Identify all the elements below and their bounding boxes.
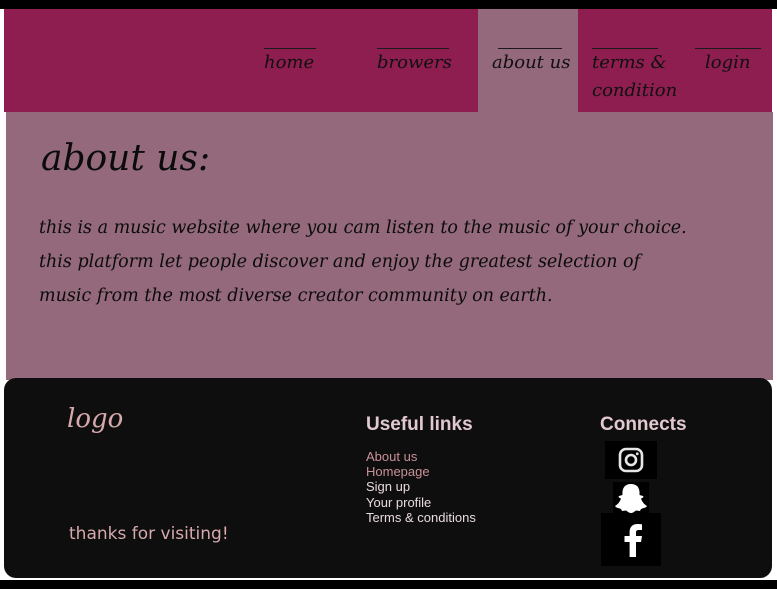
facebook-icon xyxy=(624,524,642,557)
footer-logo[interactable]: logo xyxy=(67,404,123,434)
link-about-us[interactable]: About us xyxy=(366,449,476,464)
link-homepage[interactable]: Homepage xyxy=(366,464,476,479)
nav-terms[interactable]: terms & condition xyxy=(592,9,678,112)
link-terms[interactable]: Terms & conditions xyxy=(366,510,476,525)
nav-login[interactable]: login xyxy=(695,9,761,112)
snapchat-link[interactable] xyxy=(613,482,649,514)
instagram-link[interactable] xyxy=(605,441,657,479)
page-title: about us: xyxy=(41,138,211,179)
connects-heading: Connects xyxy=(600,414,687,435)
nav-about-us-label: about us xyxy=(492,52,571,73)
snapchat-icon xyxy=(615,484,647,513)
nav-terms-label: terms & condition xyxy=(592,52,678,101)
thanks-message: thanks for visiting! xyxy=(69,524,229,544)
top-nav: home browers about us terms & condition … xyxy=(4,9,772,112)
bottom-border xyxy=(0,580,777,589)
facebook-link[interactable] xyxy=(601,513,661,566)
footer: logo thanks for visiting! Useful links A… xyxy=(4,378,772,578)
link-your-profile[interactable]: Your profile xyxy=(366,495,476,510)
nav-home[interactable]: home xyxy=(264,9,316,112)
useful-links-heading: Useful links xyxy=(366,414,473,435)
useful-links-list: About us Homepage Sign up Your profile T… xyxy=(366,449,476,525)
instagram-icon xyxy=(618,447,644,473)
nav-login-label: login xyxy=(705,52,751,73)
about-section: about us: this is a music website where … xyxy=(6,112,773,380)
top-border xyxy=(0,0,777,9)
link-sign-up[interactable]: Sign up xyxy=(366,479,476,494)
about-text: this is a music website where you cam li… xyxy=(39,218,687,306)
nav-browers[interactable]: browers xyxy=(377,9,452,112)
nav-about-us[interactable]: about us xyxy=(478,9,578,112)
nav-browers-label: browers xyxy=(377,52,452,73)
nav-home-label: home xyxy=(264,52,315,73)
